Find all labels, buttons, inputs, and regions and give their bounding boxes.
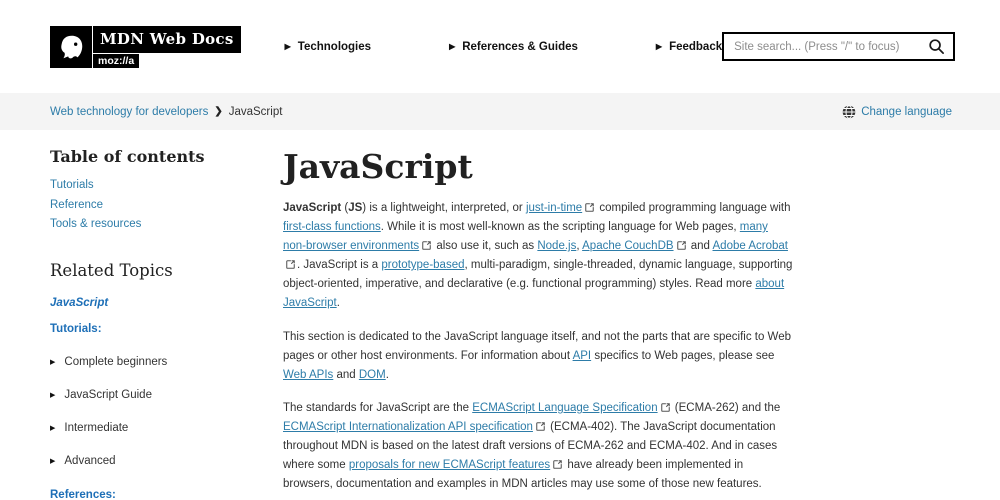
sidebar-item-javascript[interactable]: JavaScript <box>50 297 283 309</box>
external-link-icon <box>536 422 545 431</box>
sidebar-item-complete-beginners[interactable]: ▶ Complete beginners <box>50 356 283 368</box>
breadcrumb-parent-link[interactable]: Web technology for developers <box>50 106 208 118</box>
external-link-icon <box>660 403 670 412</box>
sidebar-item-advanced[interactable]: ▶ Advanced <box>50 455 283 467</box>
toc-heading: Table of contents <box>50 147 205 166</box>
inline-link[interactable]: first-class functions <box>283 221 381 233</box>
paragraph-text: and <box>687 240 713 252</box>
change-language[interactable]: Change language <box>842 104 952 119</box>
sidebar-item-label: Complete beginners <box>64 356 168 368</box>
inline-link[interactable]: prototype-based <box>381 259 464 271</box>
sidebar-item-label: JavaScript Guide <box>64 389 152 401</box>
paragraph-text: The standards for JavaScript are the <box>283 402 473 414</box>
article: JavaScript JavaScript (JS) is a lightwei… <box>283 147 793 500</box>
external-link-icon <box>553 460 562 469</box>
related-topics-heading: Related Topics <box>50 261 173 280</box>
breadcrumb: Web technology for developers ❯ JavaScri… <box>50 106 282 118</box>
search-input[interactable] <box>734 40 928 53</box>
section-scope-paragraph: This section is dedicated to the JavaScr… <box>283 328 793 385</box>
nav-item-references-guides[interactable]: ▶ References & Guides <box>449 41 578 53</box>
paragraph-text: also use it, such as <box>433 240 538 252</box>
inline-link[interactable]: proposals for new ECMAScript features <box>349 459 550 471</box>
caret-right-icon: ▶ <box>449 41 456 51</box>
main-content: Table of contents Tutorials Reference To… <box>0 130 1000 500</box>
breadcrumb-bar: Web technology for developers ❯ JavaScri… <box>0 93 1000 130</box>
inline-link[interactable]: ECMAScript Internationalization API spec… <box>283 421 533 433</box>
nav-item-label: Feedback <box>669 40 723 53</box>
caret-right-icon: ▶ <box>50 457 56 465</box>
logo-title: MDN Web Docs <box>93 25 241 53</box>
inline-link[interactable]: Adobe Acrobat <box>713 240 788 252</box>
site-search <box>722 32 955 61</box>
sidebar-item-intermediate[interactable]: ▶ Intermediate <box>50 422 283 434</box>
logo-text-block: MDN Web Docs moz://a <box>93 25 241 68</box>
breadcrumb-current: JavaScript <box>228 105 283 118</box>
sidebar-item-javascript-guide[interactable]: ▶ JavaScript Guide <box>50 389 283 401</box>
paragraph-text: (ECMA-262) and the <box>671 402 781 414</box>
standards-paragraph: The standards for JavaScript are the ECM… <box>283 399 793 494</box>
primary-nav: ▶ Technologies ▶ References & Guides ▶ F… <box>285 41 723 53</box>
logo-mozilla-wordmark: moz://a <box>93 53 140 68</box>
page-title: JavaScript <box>283 147 473 186</box>
external-link-icon <box>422 241 431 250</box>
sidebar-item-tutorials[interactable]: Tutorials <box>50 179 283 191</box>
paragraph-text: and <box>333 368 359 381</box>
paragraph-text: . JavaScript is a <box>297 259 382 271</box>
inline-link[interactable]: API <box>573 350 592 362</box>
sidebar-item-tools-resources[interactable]: Tools & resources <box>50 218 283 230</box>
caret-right-icon: ▶ <box>50 358 56 366</box>
inline-link[interactable]: DOM <box>359 369 386 381</box>
nav-item-label: References & Guides <box>462 40 578 53</box>
site-header: MDN Web Docs moz://a ▶ Technologies ▶ Re… <box>0 0 1000 93</box>
sidebar-group-tutorials[interactable]: Tutorials: <box>50 323 283 335</box>
inline-link[interactable]: Apache CouchDB <box>582 240 673 252</box>
external-link-icon <box>676 241 686 250</box>
sidebar-item-reference[interactable]: Reference <box>50 199 283 211</box>
sidebar-item-label: Advanced <box>64 455 116 467</box>
caret-right-icon: ▶ <box>50 424 56 432</box>
sidebar: Table of contents Tutorials Reference To… <box>50 147 283 500</box>
external-link-icon <box>286 260 295 269</box>
intro-paragraph: JavaScript (JS) is a lightweight, interp… <box>283 199 793 313</box>
sidebar-item-label: Intermediate <box>64 422 129 434</box>
inline-link[interactable]: Web APIs <box>283 369 333 381</box>
inline-link[interactable]: just-in-time <box>526 202 582 214</box>
globe-icon <box>842 104 856 119</box>
bold-text: JS <box>348 202 363 214</box>
caret-right-icon: ▶ <box>655 41 663 51</box>
paragraph-text: specifics to Web pages, please see <box>591 349 775 362</box>
nav-item-feedback[interactable]: ▶ Feedback <box>656 41 722 53</box>
inline-link[interactable]: Node.js <box>537 240 576 252</box>
bold-text: JavaScript <box>283 202 342 214</box>
mdn-dino-icon <box>50 25 92 68</box>
paragraph-text: . <box>385 368 389 381</box>
mdn-logo[interactable]: MDN Web Docs moz://a <box>50 25 241 68</box>
caret-right-icon: ▶ <box>284 41 291 51</box>
breadcrumb-separator-icon: ❯ <box>214 106 223 117</box>
nav-item-technologies[interactable]: ▶ Technologies <box>285 41 371 53</box>
external-link-icon <box>585 203 594 212</box>
caret-right-icon: ▶ <box>50 391 56 399</box>
paragraph-text: compiled programming language with <box>596 202 791 214</box>
paragraph-text: ) is a lightweight, interpreted, or <box>362 202 526 214</box>
sidebar-group-references[interactable]: References: <box>50 489 283 500</box>
search-icon[interactable] <box>928 38 945 55</box>
mdn-page: MDN Web Docs moz://a ▶ Technologies ▶ Re… <box>0 0 1000 500</box>
paragraph-text: . <box>336 297 340 309</box>
nav-item-label: Technologies <box>297 40 372 53</box>
inline-link[interactable]: ECMAScript Language Specification <box>472 402 657 414</box>
paragraph-text: . While it is most well-known as the scr… <box>380 221 740 233</box>
change-language-link[interactable]: Change language <box>861 106 952 118</box>
